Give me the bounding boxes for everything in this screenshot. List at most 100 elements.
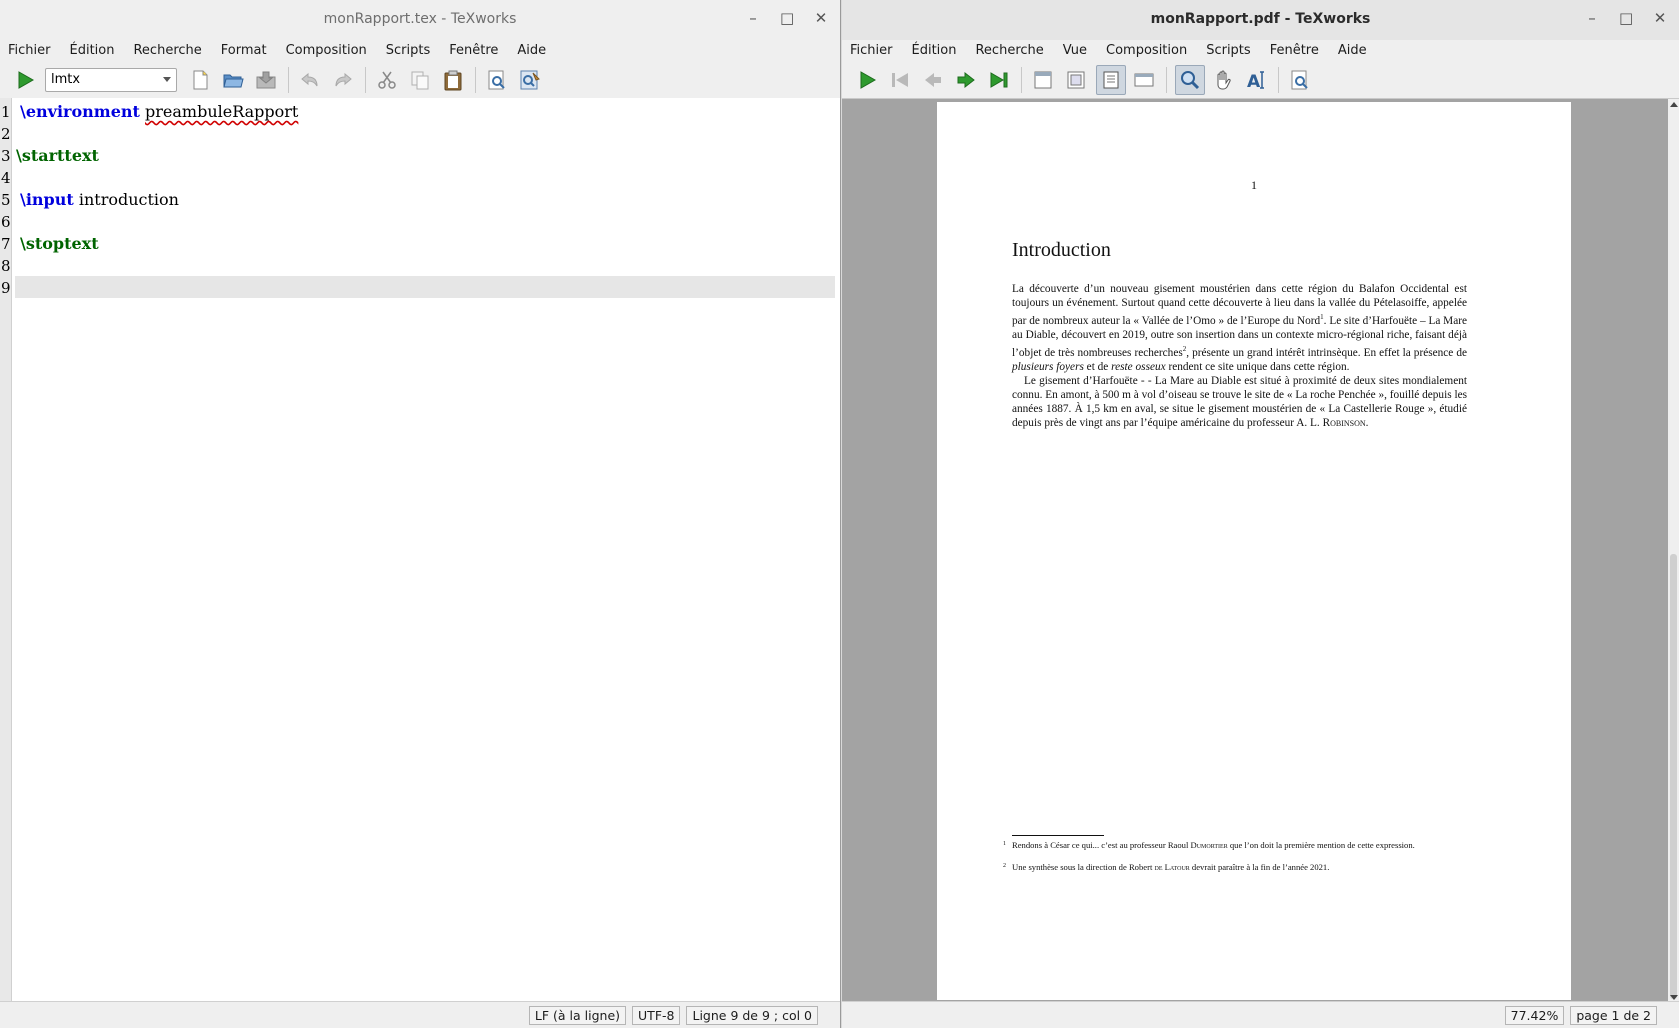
menu-aide[interactable]: Aide — [517, 40, 552, 62]
vertical-scrollbar[interactable] — [1668, 99, 1679, 1003]
page-indicator[interactable]: page 1 de 2 — [1570, 1005, 1657, 1025]
magnifier-icon — [1181, 71, 1200, 90]
menu-vue[interactable]: Vue — [1063, 40, 1093, 62]
fit-page-button[interactable] — [1096, 65, 1126, 95]
maximize-icon[interactable]: □ — [1619, 9, 1633, 27]
typeset-button[interactable] — [854, 67, 880, 93]
menu-scripts[interactable]: Scripts — [1206, 40, 1256, 62]
previous-page-button[interactable] — [920, 67, 946, 93]
copy-button[interactable] — [407, 67, 433, 93]
scroll-down-icon[interactable] — [1670, 995, 1678, 1000]
clipboard-icon — [444, 70, 462, 91]
code-line[interactable]: 2 — [0, 122, 835, 144]
cut-button[interactable] — [374, 67, 400, 93]
paragraph-2: Le gisement d’Harfouëte - - La Mare au D… — [1012, 374, 1467, 429]
hand-icon — [1217, 70, 1231, 90]
line-number: 9 — [1, 279, 11, 297]
menu-recherche[interactable]: Recherche — [975, 40, 1049, 62]
menu-scripts[interactable]: Scripts — [386, 40, 436, 62]
page-continuous-icon — [1067, 71, 1085, 89]
code-line[interactable]: 7 \stoptext — [0, 232, 835, 254]
redo-button[interactable] — [330, 67, 356, 93]
save-file-button[interactable] — [253, 67, 279, 93]
code-line[interactable]: 4 — [0, 166, 835, 188]
select-text-button[interactable]: A — [1243, 67, 1269, 93]
code-line[interactable]: 1 \environment preambuleRapport — [0, 100, 835, 122]
pdf-viewer-window: monRapport.pdf - TeXworks – □ ✕ Fichier … — [842, 0, 1679, 1028]
first-page-button[interactable] — [887, 67, 913, 93]
play-icon — [18, 71, 35, 89]
code-command: \starttext — [16, 146, 99, 165]
scrollbar-thumb[interactable] — [1670, 554, 1677, 999]
play-icon — [860, 71, 877, 89]
scroll-up-icon[interactable] — [1670, 102, 1678, 107]
code-line[interactable]: 3 \starttext — [0, 144, 835, 166]
source-editor[interactable]: 1 \environment preambuleRapport 2 3 \sta… — [0, 98, 840, 1008]
close-icon[interactable]: ✕ — [814, 9, 828, 27]
folder-open-icon — [223, 74, 244, 88]
page-number: 1 — [1251, 178, 1257, 192]
menu-format[interactable]: Format — [221, 40, 273, 62]
paragraph-1: La découverte d’un nouveau gisement mous… — [1012, 283, 1468, 373]
viewer-statusbar: 77.42% page 1 de 2 — [842, 1001, 1679, 1028]
arrow-right-icon — [957, 71, 975, 89]
menu-composition[interactable]: Composition — [1106, 40, 1193, 62]
engine-select[interactable]: lmtx — [45, 68, 177, 92]
menu-fichier[interactable]: Fichier — [8, 40, 57, 62]
redo-icon — [335, 72, 352, 87]
code-argument: introduction — [78, 190, 179, 209]
menu-edition[interactable]: Édition — [70, 40, 121, 62]
section-heading: Introduction — [1012, 239, 1111, 261]
menu-composition[interactable]: Composition — [286, 40, 373, 62]
footnote: 1 Rendons à César ce qui... c’est au prof… — [1003, 840, 1415, 850]
scroll-tool-button[interactable] — [1210, 67, 1236, 93]
line-number: 3 — [1, 147, 11, 165]
typeset-button[interactable] — [12, 67, 38, 93]
goto-source-button[interactable] — [1287, 67, 1313, 93]
encoding-indicator[interactable]: UTF-8 — [632, 1005, 681, 1025]
body-text: La découverte d’un nouveau gisement mous… — [1012, 282, 1467, 430]
paste-button[interactable] — [440, 67, 466, 93]
line-number: 7 — [1, 235, 11, 253]
pdf-canvas[interactable]: 1 Introduction La découverte d’un nouvea… — [842, 99, 1668, 1003]
maximize-icon[interactable]: □ — [780, 9, 794, 27]
close-icon[interactable]: ✕ — [1653, 9, 1667, 27]
first-page-icon — [892, 73, 908, 87]
arrow-left-icon — [925, 73, 941, 87]
menu-fichier[interactable]: Fichier — [850, 40, 899, 62]
magnify-tool-button[interactable] — [1175, 65, 1205, 95]
last-page-button[interactable] — [986, 67, 1012, 93]
new-file-button[interactable] — [187, 67, 213, 93]
find-replace-icon — [520, 70, 540, 90]
code-line[interactable]: 5 \input introduction — [0, 188, 835, 210]
next-page-button[interactable] — [953, 67, 979, 93]
code-line[interactable]: 6 — [0, 210, 835, 232]
code-line[interactable]: 8 — [0, 254, 835, 276]
line-number: 2 — [1, 125, 11, 143]
minimize-icon[interactable]: – — [746, 9, 760, 27]
minimize-icon[interactable]: – — [1585, 9, 1599, 27]
replace-button[interactable] — [517, 67, 543, 93]
menu-fenetre[interactable]: Fenêtre — [449, 40, 504, 62]
open-file-button[interactable] — [220, 67, 246, 93]
line-ending-indicator[interactable]: LF (à la ligne) — [528, 1005, 627, 1025]
viewer-toolbar: A — [842, 62, 1679, 99]
code-command: \stoptext — [20, 234, 99, 253]
fit-width-icon — [1134, 73, 1154, 87]
line-number: 6 — [1, 213, 11, 231]
menu-fenetre[interactable]: Fenêtre — [1270, 40, 1325, 62]
continuous-view-button[interactable] — [1063, 67, 1089, 93]
line-number: 8 — [1, 257, 11, 275]
current-code-line[interactable]: 9 — [1, 276, 835, 298]
menu-edition[interactable]: Édition — [912, 40, 963, 62]
single-page-view-button[interactable] — [1030, 67, 1056, 93]
menu-aide[interactable]: Aide — [1338, 40, 1373, 62]
fit-width-button[interactable] — [1131, 67, 1157, 93]
find-button[interactable] — [484, 67, 510, 93]
undo-button[interactable] — [297, 67, 323, 93]
line-number: 1 — [1, 103, 11, 121]
zoom-level[interactable]: 77.42% — [1504, 1005, 1565, 1025]
viewer-menubar: Fichier Édition Recherche Vue Compositio… — [842, 40, 1679, 62]
menu-recherche[interactable]: Recherche — [133, 40, 207, 62]
line-number: 5 — [1, 191, 11, 209]
